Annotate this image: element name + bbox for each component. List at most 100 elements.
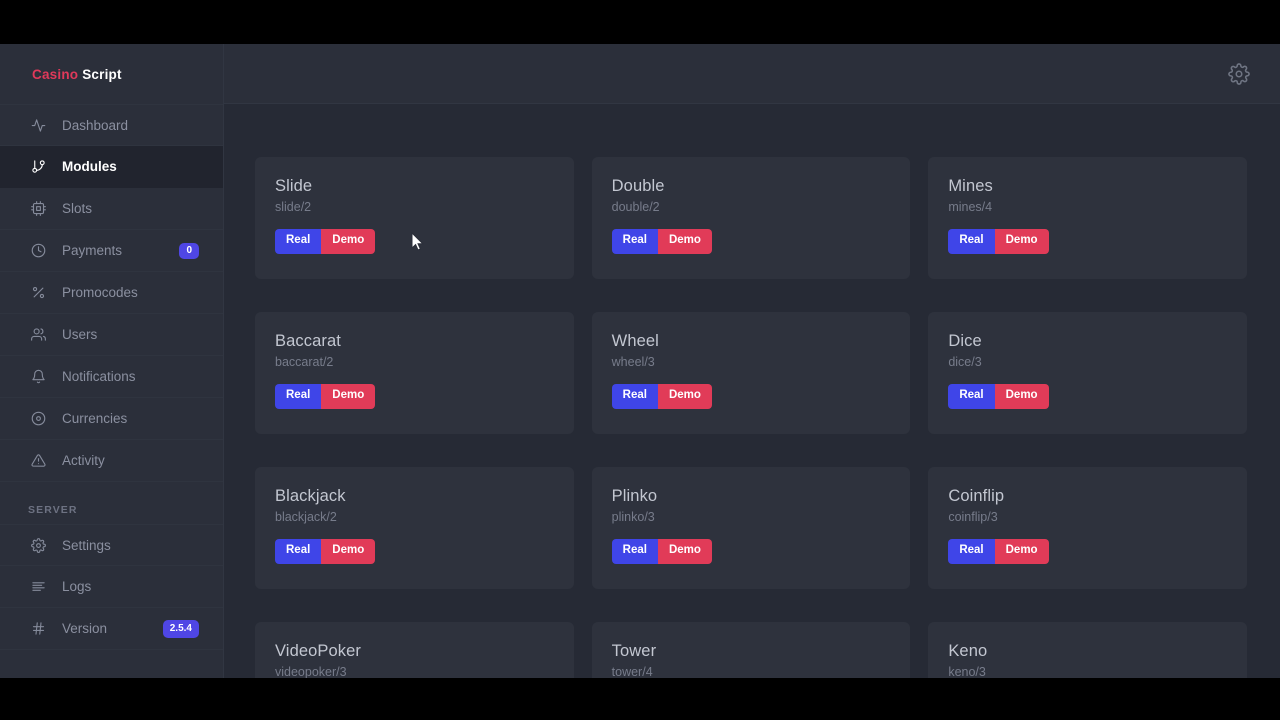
demo-button[interactable]: Demo (657, 384, 712, 409)
sidebar-item-activity[interactable]: Activity (0, 440, 223, 482)
module-card[interactable]: Baccarat baccarat/2 Real Demo (255, 312, 574, 434)
sidebar-item-label: Settings (62, 537, 111, 553)
module-card[interactable]: Coinflip coinflip/3 Real Demo (928, 467, 1247, 589)
sidebar-item-label: Users (62, 327, 98, 342)
sidebar-item-label: Currencies (62, 411, 128, 426)
sidebar-item-dashboard[interactable]: Dashboard (0, 104, 223, 146)
clock-icon (28, 241, 48, 261)
sidebar-item-slots[interactable]: Slots (0, 188, 223, 230)
demo-button[interactable]: Demo (657, 539, 712, 564)
gear-icon[interactable] (1228, 62, 1250, 85)
hash-icon (28, 619, 48, 639)
module-slug: wheel/3 (611, 355, 655, 369)
activity-pulse-icon (28, 115, 48, 135)
sidebar-section-label: SERVER (28, 504, 78, 516)
module-mode-toggle: Real Demo (275, 539, 376, 564)
demo-button[interactable]: Demo (994, 384, 1049, 409)
bell-icon (28, 367, 48, 387)
module-card[interactable]: Slide slide/2 Real Demo (255, 157, 574, 279)
users-icon (28, 325, 48, 345)
sidebar-item-promocodes[interactable]: Promocodes (0, 272, 223, 314)
sidebar-item-version[interactable]: Version 2.5.4 (0, 608, 223, 650)
module-card[interactable]: Kenokeno/3RealDemo (928, 622, 1247, 678)
demo-button[interactable]: Demo (321, 384, 376, 409)
sidebar-item-label: Logs (62, 579, 92, 594)
top-header-bar (224, 44, 1280, 104)
module-title: Keno (948, 642, 988, 660)
module-title: Coinflip (948, 487, 1005, 505)
app-logo[interactable]: Casino Script (0, 44, 223, 104)
sidebar-item-settings[interactable]: Settings (0, 524, 223, 566)
sidebar-item-badge: 2.5.4 (162, 619, 199, 638)
module-card[interactable]: Towertower/4RealDemo (591, 622, 911, 678)
module-slug: plinko/3 (611, 510, 655, 524)
sidebar-item-label: Dashboard (62, 117, 129, 133)
sidebar-item-modules[interactable]: Modules (0, 146, 223, 188)
sidebar-item-label: Slots (62, 201, 93, 216)
cpu-chip-icon (28, 199, 48, 219)
gear-icon (28, 535, 48, 555)
sidebar-item-label: Version (62, 621, 108, 636)
module-card[interactable]: Double double/2 Real Demo (591, 157, 911, 279)
module-mode-toggle: Real Demo (275, 384, 376, 409)
module-title: Baccarat (275, 332, 341, 350)
module-slug: baccarat/2 (275, 355, 334, 369)
real-button[interactable]: Real (611, 539, 658, 564)
real-button[interactable]: Real (611, 384, 658, 409)
module-title: Tower (611, 642, 657, 660)
demo-button[interactable]: Demo (321, 229, 376, 254)
logo-text-secondary: Script (82, 66, 122, 82)
module-mode-toggle: Real Demo (948, 384, 1049, 409)
real-button[interactable]: Real (275, 384, 322, 409)
module-slug: dice/3 (948, 355, 982, 369)
module-title: Mines (948, 177, 993, 195)
module-card[interactable]: Dice dice/3 Real Demo (928, 312, 1247, 434)
module-title: Dice (948, 332, 982, 350)
logo-text-primary: Casino (32, 66, 79, 82)
module-slug: mines/4 (948, 200, 993, 214)
module-card[interactable]: Mines mines/4 Real Demo (928, 157, 1247, 279)
browser-viewport: Casino Script Dashboard Modules Slots Paymen… (0, 44, 1280, 678)
module-mode-toggle: Real Demo (948, 229, 1049, 254)
warning-triangle-icon (28, 451, 48, 471)
real-button[interactable]: Real (275, 229, 322, 254)
demo-button[interactable]: Demo (321, 539, 376, 564)
real-button[interactable]: Real (948, 384, 995, 409)
real-button[interactable]: Real (948, 539, 995, 564)
real-button[interactable]: Real (611, 229, 658, 254)
sidebar: Casino Script Dashboard Modules Slots Paymen… (0, 44, 224, 678)
demo-button[interactable]: Demo (994, 539, 1049, 564)
module-mode-toggle: Real Demo (611, 229, 712, 254)
sidebar-item-badge: 0 (179, 242, 199, 259)
module-slug: keno/3 (948, 665, 986, 678)
demo-button[interactable]: Demo (994, 229, 1049, 254)
demo-button[interactable]: Demo (657, 229, 712, 254)
real-button[interactable]: Real (948, 229, 995, 254)
module-mode-toggle: Real Demo (948, 539, 1049, 564)
module-title: Double (611, 177, 665, 195)
module-slug: tower/4 (611, 665, 653, 678)
module-card[interactable]: Plinko plinko/3 Real Demo (591, 467, 911, 589)
sidebar-item-currencies[interactable]: Currencies (0, 398, 223, 440)
real-button[interactable]: Real (275, 539, 322, 564)
sidebar-item-users[interactable]: Users (0, 314, 223, 356)
module-mode-toggle: Real Demo (611, 384, 712, 409)
sidebar-item-notifications[interactable]: Notifications (0, 356, 223, 398)
module-title: Blackjack (275, 487, 346, 505)
modules-grid: Slide slide/2 Real Demo Double double/2 Real De… (255, 157, 1247, 678)
letterbox-top-bar (0, 0, 1280, 44)
module-title: VideoPoker (275, 642, 362, 660)
module-slug: slide/2 (275, 200, 312, 214)
module-card[interactable]: Wheel wheel/3 Real Demo (591, 312, 911, 434)
module-title: Plinko (611, 487, 658, 505)
module-card[interactable]: VideoPokervideopoker/3RealDemo (255, 622, 574, 678)
module-mode-toggle: Real Demo (275, 229, 376, 254)
module-slug: blackjack/2 (275, 510, 337, 524)
module-slug: videopoker/3 (275, 665, 347, 678)
sidebar-item-label: Activity (62, 453, 105, 468)
sidebar-item-logs[interactable]: Logs (0, 566, 223, 608)
sidebar-item-payments[interactable]: Payments 0 (0, 230, 223, 272)
module-slug: coinflip/3 (948, 510, 998, 524)
module-card[interactable]: Blackjack blackjack/2 Real Demo (255, 467, 574, 589)
percent-icon (28, 283, 48, 303)
